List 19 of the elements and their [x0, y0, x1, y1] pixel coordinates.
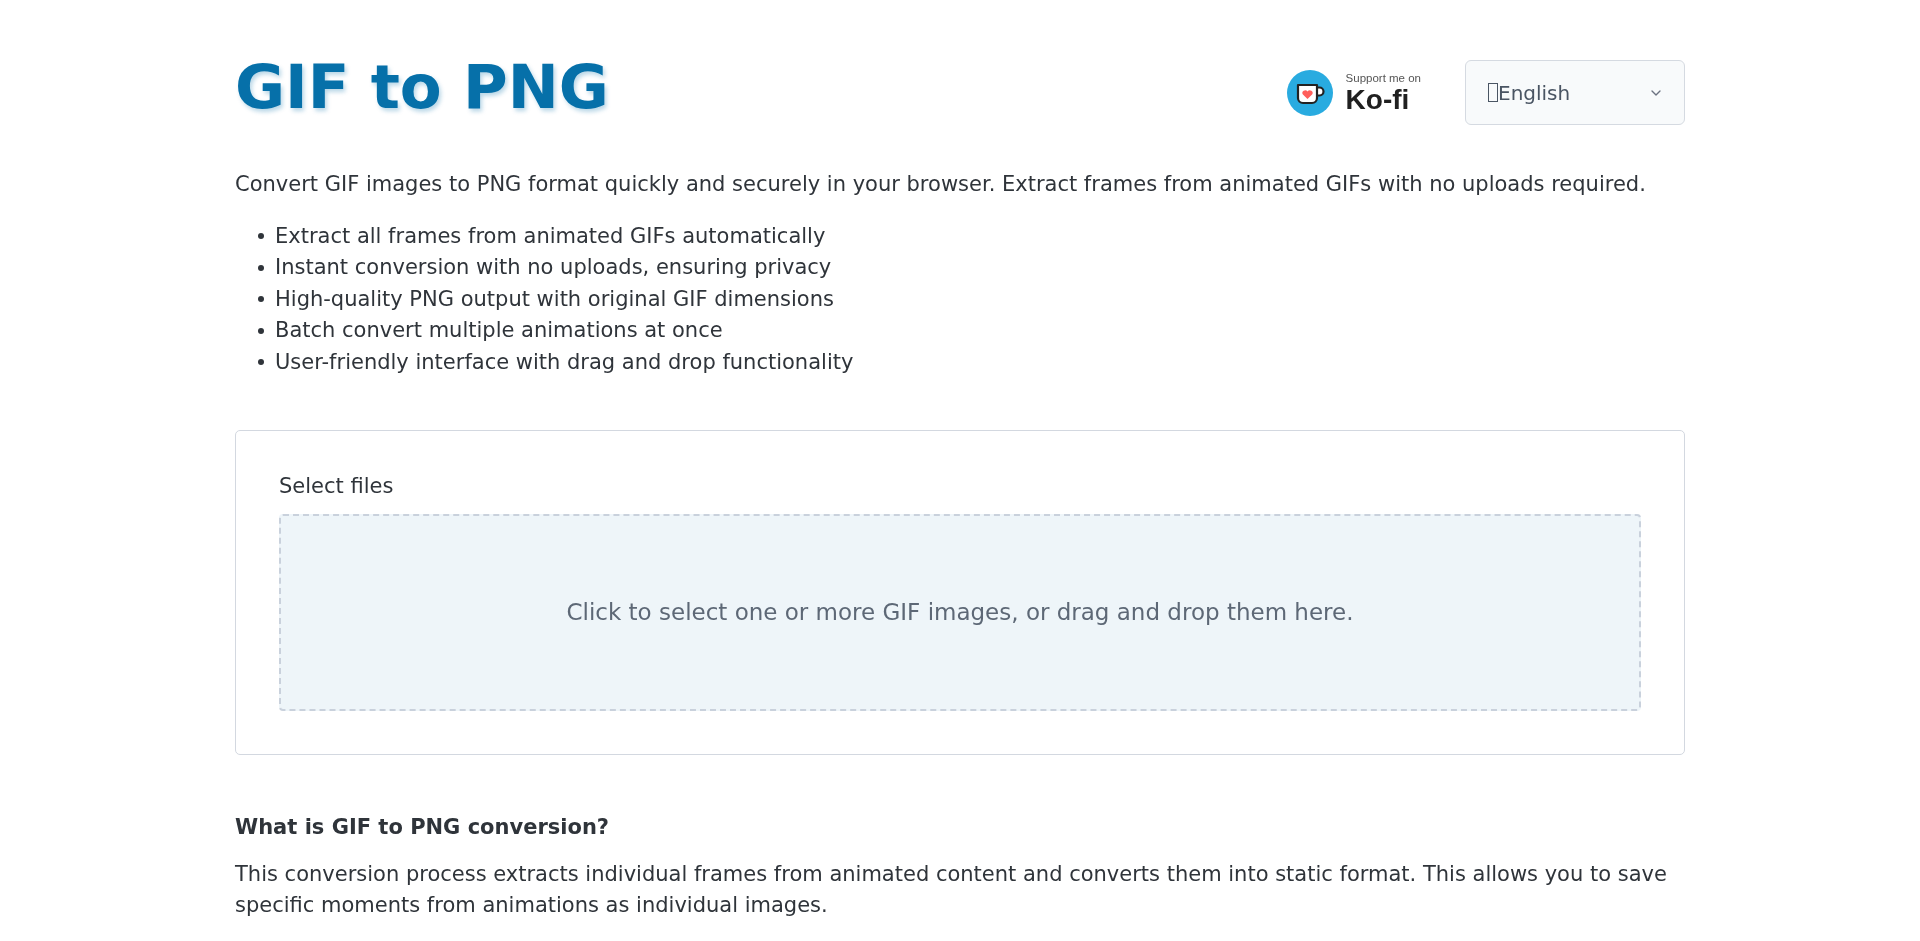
feature-text: Instant conversion with no uploads, ensuring privacy [275, 254, 832, 281]
support-link[interactable]: Support me on Ko-fi [1286, 69, 1421, 116]
file-drop-zone[interactable]: Click to select one or more GIF images, or drag and drop them here. [279, 513, 1641, 711]
bullet-icon [258, 233, 264, 240]
section-heading: What is GIF to PNG conversion? [235, 813, 610, 841]
intro-text: Convert GIF images to PNG format quickly and securely in your browser. Extract frames from animated GIFs with no uploads required. [235, 171, 1647, 198]
feature-text: High-quality PNG output with original GIF dimensions [275, 285, 834, 313]
page-title: GIF to PNG [235, 56, 609, 117]
feature-text: User-friendly interface with drag and drop functionality [275, 348, 854, 376]
section-text: This conversion process extracts individual frames from animated content and converts them into static format. This allows you to save specific moments from animations as individual images. [235, 861, 1668, 919]
field-label: Select files [279, 473, 394, 500]
feature-text: Batch convert multiple animations at once [275, 317, 723, 344]
bullet-icon [258, 264, 264, 271]
language-select[interactable]: English [1465, 60, 1685, 125]
bullet-icon [258, 359, 264, 366]
bullet-icon [258, 327, 264, 334]
missing-glyph-icon [1488, 83, 1498, 102]
feature-text: Extract all frames from animated GIFs automatically [275, 222, 826, 250]
bullet-icon [258, 296, 264, 303]
